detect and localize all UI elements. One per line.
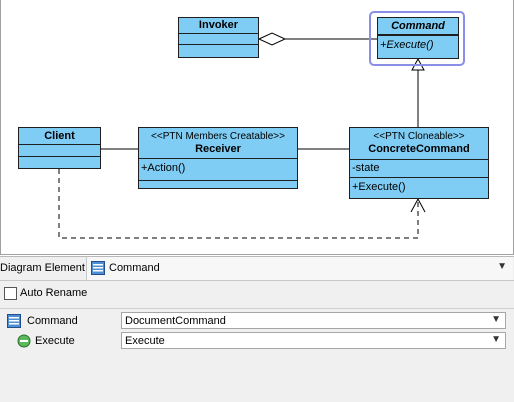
property-row-execute: Execute Execute ▼ <box>0 332 514 351</box>
chevron-down-icon[interactable]: ▼ <box>491 334 501 345</box>
class-receiver-operation: +Action() <box>139 159 297 181</box>
combo-value: Command <box>109 262 160 274</box>
class-invoker-operations <box>179 45 258 57</box>
property-row-command: Command DocumentCommand ▼ <box>0 312 514 331</box>
aggregation-diamond[interactable] <box>257 32 287 46</box>
property-value: DocumentCommand <box>125 315 226 327</box>
diagram-element-combo[interactable]: Command ▼ <box>86 257 513 280</box>
class-receiver-name: Receiver <box>195 143 241 155</box>
properties-grid: Command DocumentCommand ▼ Execute Execut… <box>0 308 514 402</box>
class-concrete-header: <<PTN Cloneable>> ConcreteCommand <box>350 128 488 160</box>
property-value: Execute <box>125 335 165 347</box>
property-select-execute[interactable]: Execute ▼ <box>121 332 506 349</box>
auto-rename-label: Auto Rename <box>20 287 88 299</box>
class-client[interactable]: Client <box>18 127 101 169</box>
chevron-down-icon[interactable]: ▼ <box>491 314 501 325</box>
property-name: Command <box>27 315 78 327</box>
property-select-command[interactable]: DocumentCommand ▼ <box>121 312 506 329</box>
class-icon <box>91 261 105 278</box>
class-client-attributes <box>19 145 100 157</box>
property-name: Execute <box>35 335 75 347</box>
class-client-name: Client <box>19 128 100 145</box>
panel-label: Diagram Element <box>0 262 85 274</box>
class-concrete-operation: +Execute() <box>352 181 406 193</box>
class-receiver-header: <<PTN Members Creatable>> Receiver <box>139 128 297 159</box>
selection-outline <box>369 11 465 66</box>
class-receiver[interactable]: <<PTN Members Creatable>> Receiver +Acti… <box>138 127 298 189</box>
class-icon <box>7 314 21 331</box>
class-receiver-stereotype: <<PTN Members Creatable>> <box>151 131 285 142</box>
class-concrete-stereotype: <<PTN Cloneable>> <box>373 131 465 142</box>
class-client-operations <box>19 157 100 168</box>
property-panel: Diagram Element Command ▼ Auto Rename Co… <box>0 256 514 402</box>
diagram-canvas[interactable]: Invoker Command +Execute() Client <<PTN … <box>0 0 514 256</box>
class-receiver-extra <box>139 181 297 188</box>
panel-header: Diagram Element Command ▼ <box>0 257 514 281</box>
class-invoker-attributes <box>179 34 258 45</box>
class-invoker[interactable]: Invoker <box>178 17 259 58</box>
class-concrete-name: ConcreteCommand <box>368 143 470 155</box>
class-concrete-attribute: -state <box>350 160 488 178</box>
class-concrete-command[interactable]: <<PTN Cloneable>> ConcreteCommand -state… <box>349 127 489 199</box>
chevron-down-icon[interactable]: ▼ <box>497 261 507 272</box>
class-invoker-name: Invoker <box>179 18 258 34</box>
checkbox-box[interactable] <box>4 287 17 300</box>
operation-icon <box>17 334 31 351</box>
